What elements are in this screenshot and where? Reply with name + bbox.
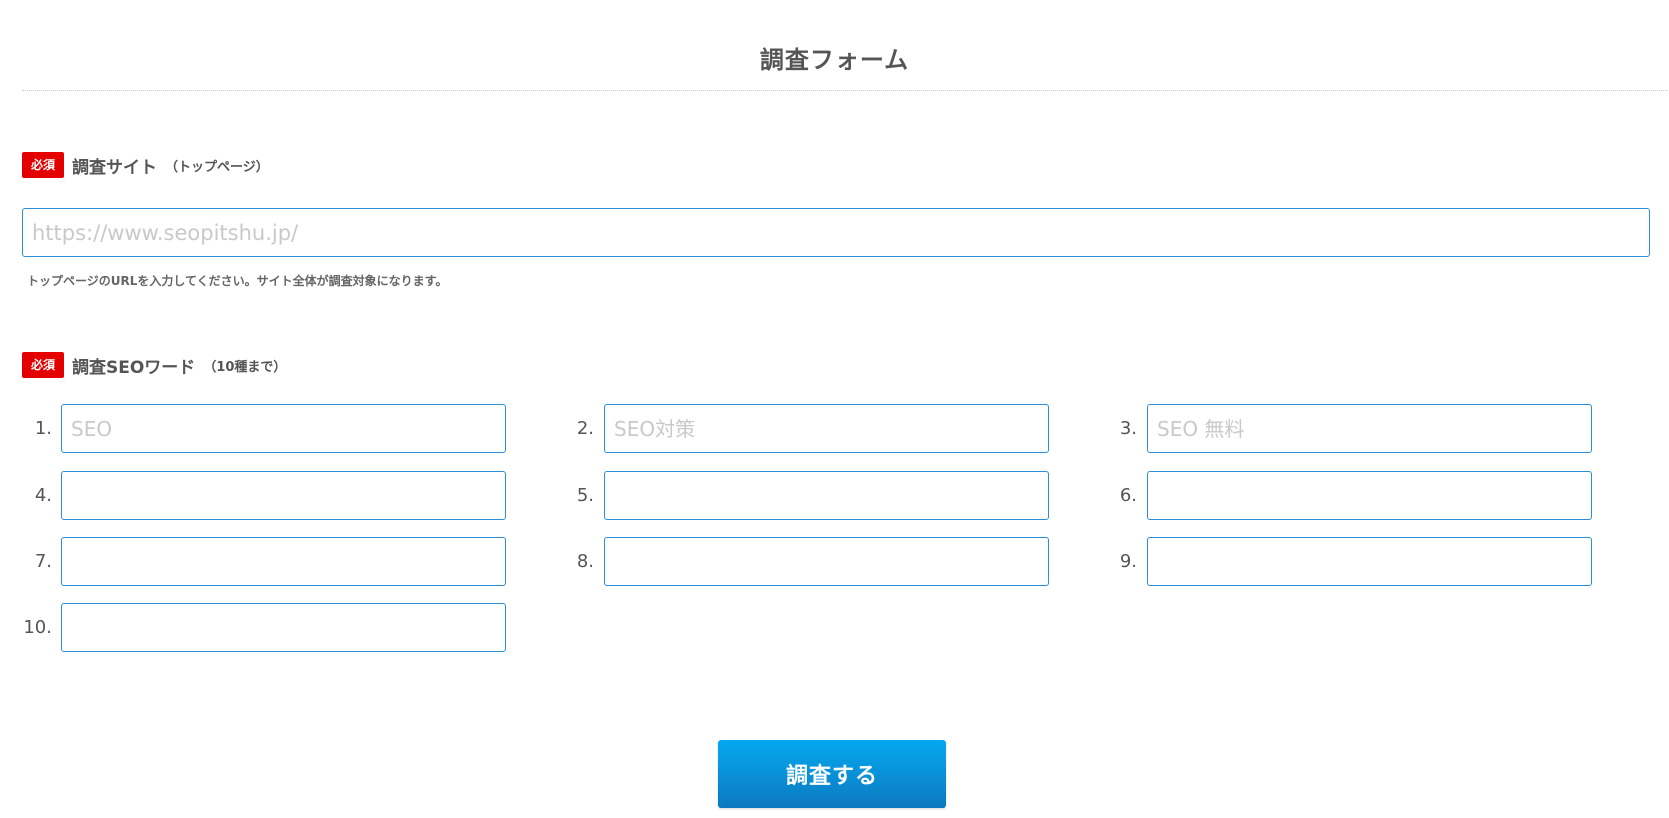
keyword-input-5[interactable]	[604, 471, 1049, 520]
keyword-number: 8.	[576, 551, 594, 572]
required-badge: 必須	[22, 352, 64, 378]
keyword-input-3[interactable]	[1147, 404, 1592, 453]
keyword-number: 9.	[1119, 551, 1137, 572]
keyword-input-2[interactable]	[604, 404, 1049, 453]
keyword-input-9[interactable]	[1147, 537, 1592, 586]
keyword-row: 4. 5. 6.	[0, 471, 1669, 521]
keyword-number: 6.	[1119, 485, 1137, 506]
keywords-section-label: 必須 調査SEOワード （10種まで）	[22, 352, 286, 378]
site-label-note: （トップページ）	[165, 159, 269, 175]
keyword-row: 10.	[0, 603, 1669, 653]
keyword-number: 10.	[23, 617, 52, 638]
keyword-number: 5.	[576, 485, 594, 506]
keyword-number: 3.	[1119, 418, 1137, 439]
keyword-number: 7.	[34, 551, 52, 572]
keyword-input-10[interactable]	[61, 603, 506, 652]
title-divider	[22, 90, 1668, 91]
keyword-input-4[interactable]	[61, 471, 506, 520]
site-section-label: 必須 調査サイト （トップページ）	[22, 152, 269, 178]
page-title: 調査フォーム	[759, 46, 910, 75]
keywords-label-note: （10種まで）	[203, 359, 287, 375]
required-badge: 必須	[22, 152, 64, 178]
keyword-row: 1. 2. 3.	[0, 404, 1669, 454]
keyword-input-7[interactable]	[61, 537, 506, 586]
keywords-label: 調査SEOワード	[72, 357, 196, 378]
site-url-input[interactable]	[22, 208, 1650, 257]
keyword-input-6[interactable]	[1147, 471, 1592, 520]
keyword-number: 2.	[576, 418, 594, 439]
site-help-text: トップページのURLを入力してください。サイト全体が調査対象になります。	[27, 274, 448, 288]
submit-button[interactable]: 調査する	[718, 740, 946, 808]
keyword-input-1[interactable]	[61, 404, 506, 453]
keyword-input-8[interactable]	[604, 537, 1049, 586]
keyword-number: 4.	[34, 485, 52, 506]
keyword-number: 1.	[34, 418, 52, 439]
site-label: 調査サイト	[72, 157, 157, 178]
keyword-row: 7. 8. 9.	[0, 537, 1669, 587]
